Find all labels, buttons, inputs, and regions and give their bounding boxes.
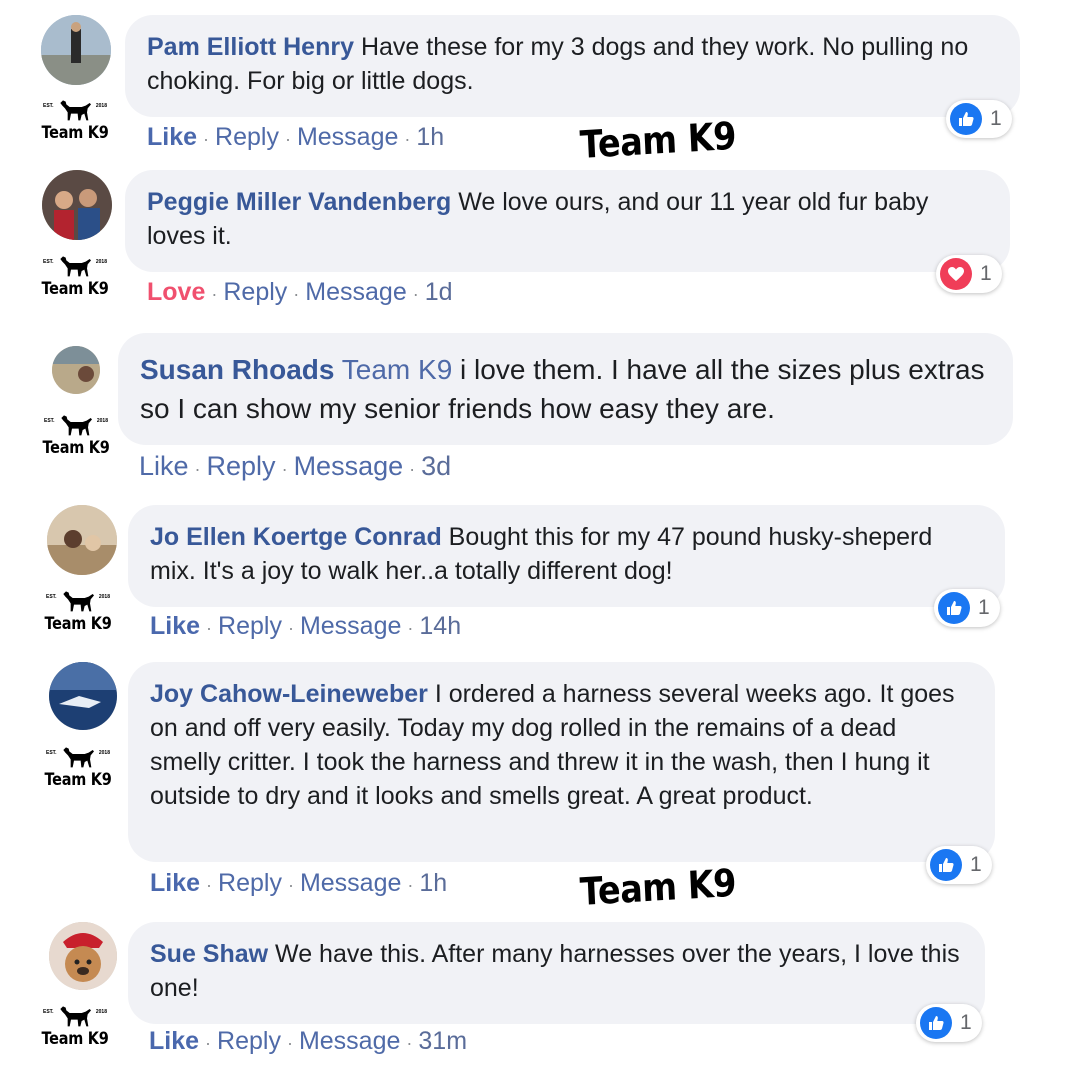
team-k9-logo: EST. 2018 Team K9 [35,1003,115,1049]
comment-bubble: Pam Elliott Henry Have these for my 3 do… [125,15,1020,117]
brand-name: Team K9 [41,123,109,143]
comment-bubble: Susan Rhoads Team K9 i love them. I have… [118,333,1013,445]
reply-link[interactable]: Reply [223,278,287,306]
team-k9-logo: EST. 2018 Team K9 [38,744,118,790]
team-k9-logo: EST. 2018 Team K9 [38,588,118,634]
est-year: 2018 [98,750,110,756]
comment-actions: Like · Reply · Message · 14h [150,612,462,640]
message-link[interactable]: Message [294,451,404,481]
timestamp[interactable]: 1h [416,123,444,151]
dog-silhouette-icon [55,97,95,125]
timestamp[interactable]: 1h [419,869,447,897]
timestamp[interactable]: 1d [425,278,453,306]
reaction-badge[interactable]: 1 [916,1004,982,1042]
avatar[interactable] [47,505,117,575]
avatar[interactable] [41,15,111,85]
reply-link[interactable]: Reply [215,123,279,151]
comment-actions: Like · Reply · Message · 3d [139,451,452,481]
like-icon [930,849,962,881]
est-year: 2018 [95,103,107,109]
like-icon [950,103,982,135]
comment-bubble: Peggie Miller Vandenberg We love ours, a… [125,170,1010,272]
timestamp[interactable]: 3d [421,451,451,481]
like-link[interactable]: Like [139,451,189,481]
est-year: 2018 [98,594,110,600]
message-link[interactable]: Message [300,869,401,897]
reaction-badge[interactable]: 1 [936,255,1002,293]
reaction-badge[interactable]: 1 [926,846,992,884]
dog-silhouette-icon [55,1003,95,1031]
comment-author[interactable]: Joy Cahow-Leineweber [150,680,428,708]
comment-actions: Love · Reply · Message · 1d [147,278,453,306]
est-year: 2018 [95,259,107,265]
team-k9-logo: EST. 2018 Team K9 [36,412,116,458]
team-k9-logo: EST. 2018 Team K9 [35,253,115,299]
like-icon [938,592,970,624]
est-label: EST. [43,259,54,265]
est-year: 2018 [96,418,108,424]
est-label: EST. [43,103,54,109]
dog-silhouette-icon [55,253,95,281]
message-link[interactable]: Message [300,612,401,640]
est-year: 2018 [95,1009,107,1015]
dog-silhouette-icon [58,588,98,616]
avatar[interactable] [52,346,100,394]
reaction-count: 1 [980,262,992,285]
comment-author[interactable]: Peggie Miller Vandenberg [147,188,451,216]
avatar[interactable] [49,922,117,990]
timestamp[interactable]: 14h [419,612,461,640]
brand-name: Team K9 [41,279,109,299]
comment-actions: Like · Reply · Message · 1h [150,869,448,897]
brand-name: Team K9 [44,614,112,634]
love-icon [940,258,972,290]
reply-link[interactable]: Reply [218,869,282,897]
message-link[interactable]: Message [305,278,406,306]
brand-name: Team K9 [44,770,112,790]
reaction-count: 1 [990,107,1002,130]
timestamp[interactable]: 31m [418,1027,467,1055]
dog-silhouette-icon [56,412,96,440]
like-link[interactable]: Like [147,123,197,151]
comment-actions: Like · Reply · Message · 1h [147,123,445,151]
team-k9-logo: EST. 2018 Team K9 [35,97,115,143]
comment-author[interactable]: Pam Elliott Henry [147,33,354,61]
love-link[interactable]: Love [147,278,205,306]
comment-bubble: Sue Shaw We have this. After many harnes… [128,922,985,1024]
dog-silhouette-icon [58,744,98,772]
team-k9-watermark: Team K9 [578,860,738,914]
reply-link[interactable]: Reply [207,451,276,481]
comment-author[interactable]: Jo Ellen Koertge Conrad [150,523,442,551]
brand-name: Team K9 [42,438,110,458]
team-k9-watermark: Team K9 [578,113,738,167]
avatar[interactable] [49,662,117,730]
message-link[interactable]: Message [299,1027,400,1055]
like-link[interactable]: Like [150,869,200,897]
message-link[interactable]: Message [297,123,398,151]
mention-link[interactable]: Team K9 [342,354,453,385]
est-label: EST. [46,750,57,756]
est-label: EST. [43,1009,54,1015]
comment-actions: Like · Reply · Message · 31m [149,1027,468,1055]
comment-bubble: Joy Cahow-Leineweber I ordered a harness… [128,662,995,862]
reaction-badge[interactable]: 1 [946,100,1012,138]
est-label: EST. [44,418,55,424]
comment-author[interactable]: Sue Shaw [150,940,268,968]
comment-author[interactable]: Susan Rhoads [140,354,334,385]
reply-link[interactable]: Reply [218,612,282,640]
brand-name: Team K9 [41,1029,109,1049]
reaction-badge[interactable]: 1 [934,589,1000,627]
reply-link[interactable]: Reply [217,1027,281,1055]
est-label: EST. [46,594,57,600]
like-link[interactable]: Like [150,612,200,640]
reaction-count: 1 [970,853,982,876]
comment-bubble: Jo Ellen Koertge Conrad Bought this for … [128,505,1005,607]
comment-text: We have this. After many harnesses over … [150,940,960,1002]
reaction-count: 1 [978,596,990,619]
reaction-count: 1 [960,1011,972,1034]
like-icon [920,1007,952,1039]
like-link[interactable]: Like [149,1027,199,1055]
avatar[interactable] [42,170,112,240]
